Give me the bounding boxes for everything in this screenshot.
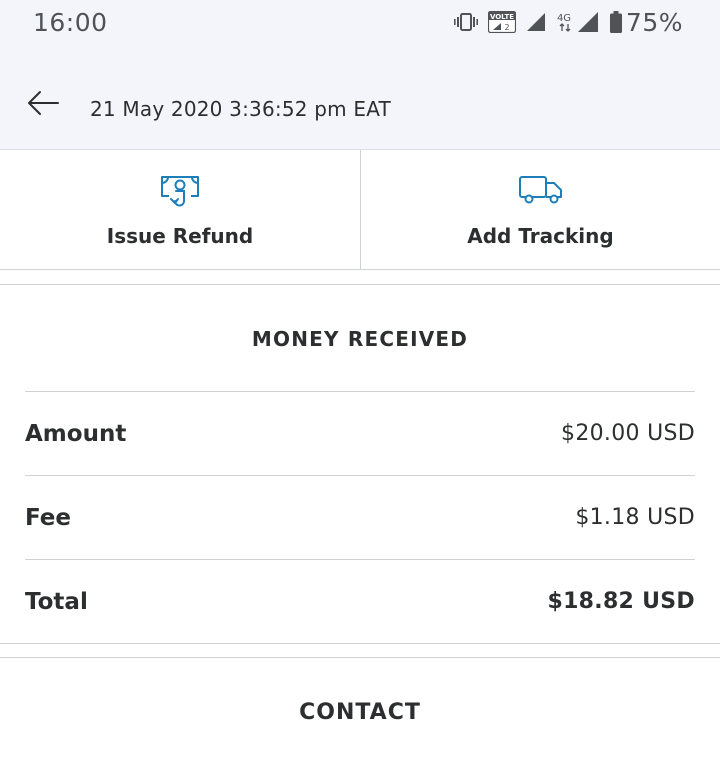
volte-label: VOLTE bbox=[490, 13, 514, 21]
amount-value: $20.00 USD bbox=[561, 421, 695, 446]
total-label: Total bbox=[25, 589, 88, 615]
total-value: $18.82 USD bbox=[547, 589, 695, 614]
network-label: 4G bbox=[557, 13, 571, 24]
issue-refund-button[interactable]: Issue Refund bbox=[0, 150, 360, 270]
fee-label: Fee bbox=[25, 505, 71, 531]
sim-label: 2 bbox=[504, 23, 509, 32]
section-divider bbox=[0, 657, 720, 658]
fee-value: $1.18 USD bbox=[575, 505, 695, 530]
issue-refund-label: Issue Refund bbox=[106, 224, 254, 248]
refund-icon bbox=[159, 172, 201, 218]
volte-icon: VOLTE 2 bbox=[487, 11, 516, 33]
signal-icon bbox=[526, 12, 546, 32]
add-tracking-button[interactable]: Add Tracking bbox=[360, 150, 720, 270]
battery-percent: 75% bbox=[625, 7, 683, 37]
status-icons: VOLTE 2 4G 75% bbox=[444, 7, 683, 37]
amount-label: Amount bbox=[25, 421, 127, 447]
add-tracking-label: Add Tracking bbox=[467, 224, 614, 248]
money-received-heading: MONEY RECEIVED bbox=[251, 327, 469, 351]
status-time: 16:00 bbox=[33, 8, 108, 37]
fee-row: Fee $1.18 USD bbox=[25, 475, 695, 559]
total-row: Total $18.82 USD bbox=[25, 559, 695, 643]
arrow-left-icon bbox=[26, 91, 60, 122]
page-title: 21 May 2020 3:36:52 pm EAT bbox=[90, 97, 391, 121]
back-button[interactable] bbox=[26, 88, 66, 118]
action-bar: Issue Refund Add Tracking bbox=[0, 150, 720, 270]
section-divider bbox=[0, 643, 720, 644]
app-bar: 21 May 2020 3:36:52 pm EAT bbox=[0, 46, 720, 150]
battery-icon bbox=[609, 11, 622, 33]
amount-row: Amount $20.00 USD bbox=[25, 391, 695, 475]
signal-4g-icon: 4G bbox=[556, 11, 600, 33]
truck-icon bbox=[518, 172, 564, 210]
status-bar: 16:00 VOLTE 2 4G 75% bbox=[0, 0, 720, 46]
section-divider bbox=[0, 284, 720, 285]
vibrate-icon bbox=[453, 13, 478, 31]
contact-heading[interactable]: CONTACT bbox=[0, 700, 720, 725]
